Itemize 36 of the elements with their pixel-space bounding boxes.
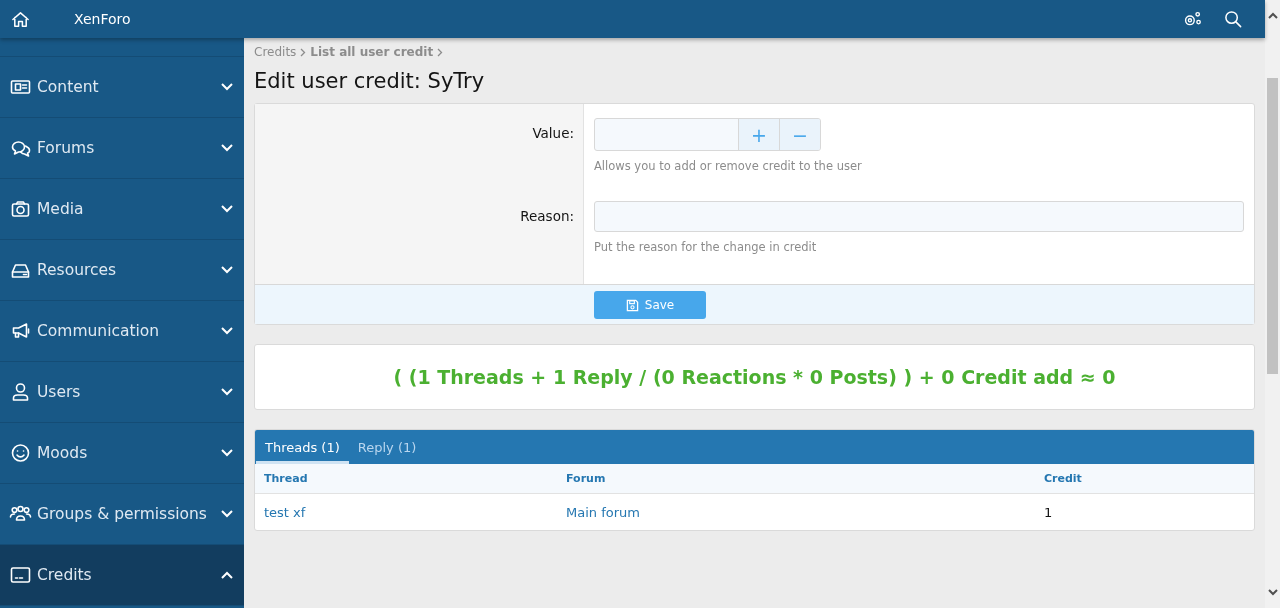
chevron-icon (220, 82, 234, 92)
sidebar-item[interactable]: Forums (0, 118, 244, 179)
chevron-icon (437, 47, 444, 57)
chevron-icon (300, 47, 307, 57)
sidebar-item[interactable]: Users (0, 362, 244, 423)
sidebar-item[interactable]: Resources (0, 240, 244, 301)
chevron-icon (220, 265, 234, 275)
chevron-icon (220, 509, 234, 519)
table-link[interactable]: test xf (264, 505, 306, 520)
sidebar-item[interactable]: Moods (0, 423, 244, 484)
tab[interactable]: Reply (1) (348, 430, 426, 464)
input-field[interactable] (594, 201, 1244, 232)
sidebar-item[interactable]: Credits (0, 545, 244, 606)
column-header: Thread (255, 464, 557, 494)
field-hint: Put the reason for the change in credit (594, 240, 818, 254)
column-header: Forum (557, 464, 1035, 494)
table-link[interactable]: Main forum (566, 505, 640, 520)
sidebar-item[interactable]: Communication (0, 301, 244, 362)
chevron-icon (220, 204, 234, 214)
search-icon[interactable] (1224, 9, 1243, 29)
field-hint: Allows you to add or remove credit to the user (594, 159, 863, 173)
page-title: Edit user credit: SyTry (254, 68, 486, 95)
chevron-icon (220, 570, 234, 580)
chevron-icon (220, 387, 234, 397)
home-icon[interactable] (11, 9, 30, 29)
column-header: Credit (1035, 464, 1254, 494)
field-label: Value: (531, 124, 575, 143)
chevron-icon (220, 326, 234, 336)
chevron-icon (220, 448, 234, 458)
sidebar-item[interactable]: Content (0, 57, 244, 118)
field-label: Reason: (519, 207, 575, 226)
sidebar-item[interactable]: Media (0, 179, 244, 240)
table-cell: 1 (1035, 493, 1254, 530)
credit-formula: ( (1 Threads + 1 Reply / (0 Reactions * 0 Posts) ) + 0 Credit add ≈ 0 (393, 366, 1116, 388)
chevron-icon (220, 143, 234, 153)
site-title[interactable]: XenForo (74, 11, 131, 27)
